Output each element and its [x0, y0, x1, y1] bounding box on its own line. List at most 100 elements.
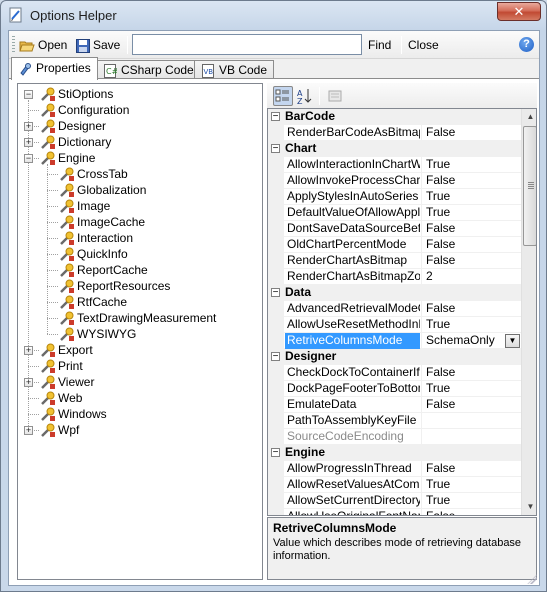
category-collapse-toggle[interactable]: − [271, 352, 280, 362]
property-name[interactable]: OldChartPercentMode [285, 237, 420, 253]
category-collapse-toggle[interactable]: − [271, 288, 280, 298]
property-row[interactable]: AllowUseResetMethodInBusinessObject True [268, 317, 521, 333]
tree-expand-toggle[interactable]: + [24, 426, 33, 435]
tree-node-quickinfo[interactable]: QuickInfo [18, 246, 258, 262]
property-name[interactable]: RenderChartAsBitmapZoom [285, 269, 420, 285]
property-row[interactable]: AllowResetValuesAtComponent True [268, 477, 521, 493]
tree-expand-toggle[interactable]: + [24, 346, 33, 355]
tree-node-reportresources[interactable]: ReportResources [18, 278, 258, 294]
categorized-view-button[interactable] [273, 86, 293, 106]
alphabetical-view-button[interactable]: A Z [295, 86, 315, 106]
property-name[interactable]: DontSaveDataSourceBeforeChartRendering [285, 221, 420, 237]
tree-node-image[interactable]: Image [18, 198, 258, 214]
tree-expand-toggle[interactable]: + [24, 138, 33, 147]
property-value[interactable]: False [421, 461, 521, 477]
window-close-button[interactable]: ✕ [497, 2, 541, 21]
tab-csharp-code[interactable]: C# CSharp Code [96, 60, 201, 80]
scroll-up-arrow-icon[interactable]: ▲ [523, 109, 536, 125]
property-name[interactable]: CheckDockToContainerIfComponentMoving [285, 365, 420, 381]
property-row[interactable]: SourceCodeEncoding [268, 429, 521, 445]
property-row[interactable]: CheckDockToContainerIfComponentMoving Fal… [268, 365, 521, 381]
property-row[interactable]: RetriveColumnsMode SchemaOnly ▼ [268, 333, 521, 349]
tree-node-interaction[interactable]: Interaction [18, 230, 258, 246]
property-row[interactable]: ApplyStylesInAutoSeries True [268, 189, 521, 205]
category-collapse-toggle[interactable]: − [271, 448, 280, 458]
tab-vb-code[interactable]: VB VB Code [194, 60, 275, 80]
open-button[interactable]: Open [19, 35, 67, 55]
property-name[interactable]: ApplyStylesInAutoSeries [285, 189, 420, 205]
property-category-chart[interactable]: − Chart [268, 141, 521, 157]
category-collapse-toggle[interactable]: − [271, 112, 280, 122]
property-row[interactable]: AdvancedRetrievalModeOfDatabaseSchema Fal… [268, 301, 521, 317]
property-row[interactable]: DefaultValueOfAllowApplyStyle True [268, 205, 521, 221]
property-value[interactable]: True [421, 157, 521, 173]
tree-node-rtfcache[interactable]: RtfCache [18, 294, 258, 310]
property-pages-button[interactable] [325, 86, 345, 106]
property-name[interactable]: AllowUseResetMethodInBusinessObject [285, 317, 420, 333]
find-input[interactable] [132, 34, 362, 55]
property-value[interactable]: False [421, 397, 521, 413]
property-row[interactable]: RenderBarCodeAsBitmap False [268, 125, 521, 141]
property-name[interactable]: AllowInvokeProcessChartEvent [285, 173, 420, 189]
help-icon[interactable]: ? [519, 37, 534, 52]
tree-node-wysiwyg[interactable]: WYSIWYG [18, 326, 258, 342]
property-value[interactable]: 2 [421, 269, 521, 285]
tree-node-crosstab[interactable]: CrossTab [18, 166, 258, 182]
tree-collapse-toggle[interactable]: − [24, 154, 33, 163]
options-tree[interactable]: − StiOptions Configuration + Designer + Dict… [17, 83, 263, 580]
property-row[interactable]: EmulateData False [268, 397, 521, 413]
tree-expand-toggle[interactable]: + [24, 378, 33, 387]
tree-node-textdrawingmeasurement[interactable]: TextDrawingMeasurement [18, 310, 258, 326]
tree-node-globalization[interactable]: Globalization [18, 182, 258, 198]
property-category-designer[interactable]: − Designer [268, 349, 521, 365]
property-value[interactable]: True [421, 477, 521, 493]
property-category-data[interactable]: − Data [268, 285, 521, 301]
property-name[interactable]: SourceCodeEncoding [285, 429, 420, 445]
property-value[interactable] [421, 429, 521, 445]
save-button[interactable]: Save [76, 35, 120, 55]
property-category-engine[interactable]: − Engine [268, 445, 521, 461]
scroll-down-arrow-icon[interactable]: ▼ [523, 499, 536, 515]
property-row[interactable]: AllowProgressInThread False [268, 461, 521, 477]
property-name[interactable]: AllowUseOriginalFontName [285, 509, 420, 515]
property-row[interactable]: RenderChartAsBitmapZoom 2 [268, 269, 521, 285]
property-category-barcode[interactable]: − BarCode [268, 109, 521, 125]
title-bar[interactable]: Options Helper ✕ [1, 1, 546, 29]
property-row[interactable]: OldChartPercentMode False [268, 237, 521, 253]
tree-node-wpf[interactable]: + Wpf [18, 422, 258, 438]
property-name[interactable]: AllowResetValuesAtComponent [285, 477, 420, 493]
property-value[interactable]: False [421, 253, 521, 269]
property-grid-scrollbar[interactable]: ▲ ▼ [521, 109, 536, 515]
property-name[interactable]: AllowProgressInThread [285, 461, 420, 477]
property-name[interactable]: AllowInteractionInChartWithComponents [285, 157, 420, 173]
property-name[interactable]: PathToAssemblyKeyFile [285, 413, 420, 429]
tree-node-imagecache[interactable]: ImageCache [18, 214, 258, 230]
property-value[interactable]: False [421, 173, 521, 189]
tree-node-designer[interactable]: + Designer [18, 118, 258, 134]
property-value[interactable]: True [421, 189, 521, 205]
property-name[interactable]: DefaultValueOfAllowApplyStyle [285, 205, 420, 221]
resize-grip[interactable] [527, 574, 537, 584]
property-name[interactable]: AdvancedRetrievalModeOfDatabaseSchema [285, 301, 420, 317]
property-value[interactable]: True [421, 381, 521, 397]
tree-expand-toggle[interactable]: + [24, 122, 33, 131]
toolbar-grip[interactable] [12, 36, 15, 54]
property-value[interactable]: False [421, 365, 521, 381]
category-collapse-toggle[interactable]: − [271, 144, 280, 154]
property-value[interactable]: False [421, 509, 521, 515]
property-row[interactable]: PathToAssemblyKeyFile [268, 413, 521, 429]
property-value[interactable] [421, 413, 521, 429]
property-name[interactable]: RenderChartAsBitmap [285, 253, 420, 269]
property-row[interactable]: AllowSetCurrentDirectory True [268, 493, 521, 509]
tree-node-reportcache[interactable]: ReportCache [18, 262, 258, 278]
property-row[interactable]: AllowInteractionInChartWithComponents Tru… [268, 157, 521, 173]
property-value[interactable]: False [421, 125, 521, 141]
tree-node-export[interactable]: + Export [18, 342, 258, 358]
tree-node-viewer[interactable]: + Viewer [18, 374, 258, 390]
dropdown-arrow-icon[interactable]: ▼ [505, 334, 520, 348]
property-name[interactable]: RetriveColumnsMode [285, 333, 420, 349]
property-name[interactable]: AllowSetCurrentDirectory [285, 493, 420, 509]
scrollbar-thumb[interactable] [523, 126, 536, 246]
tree-node-web[interactable]: Web [18, 390, 258, 406]
property-row[interactable]: RenderChartAsBitmap False [268, 253, 521, 269]
